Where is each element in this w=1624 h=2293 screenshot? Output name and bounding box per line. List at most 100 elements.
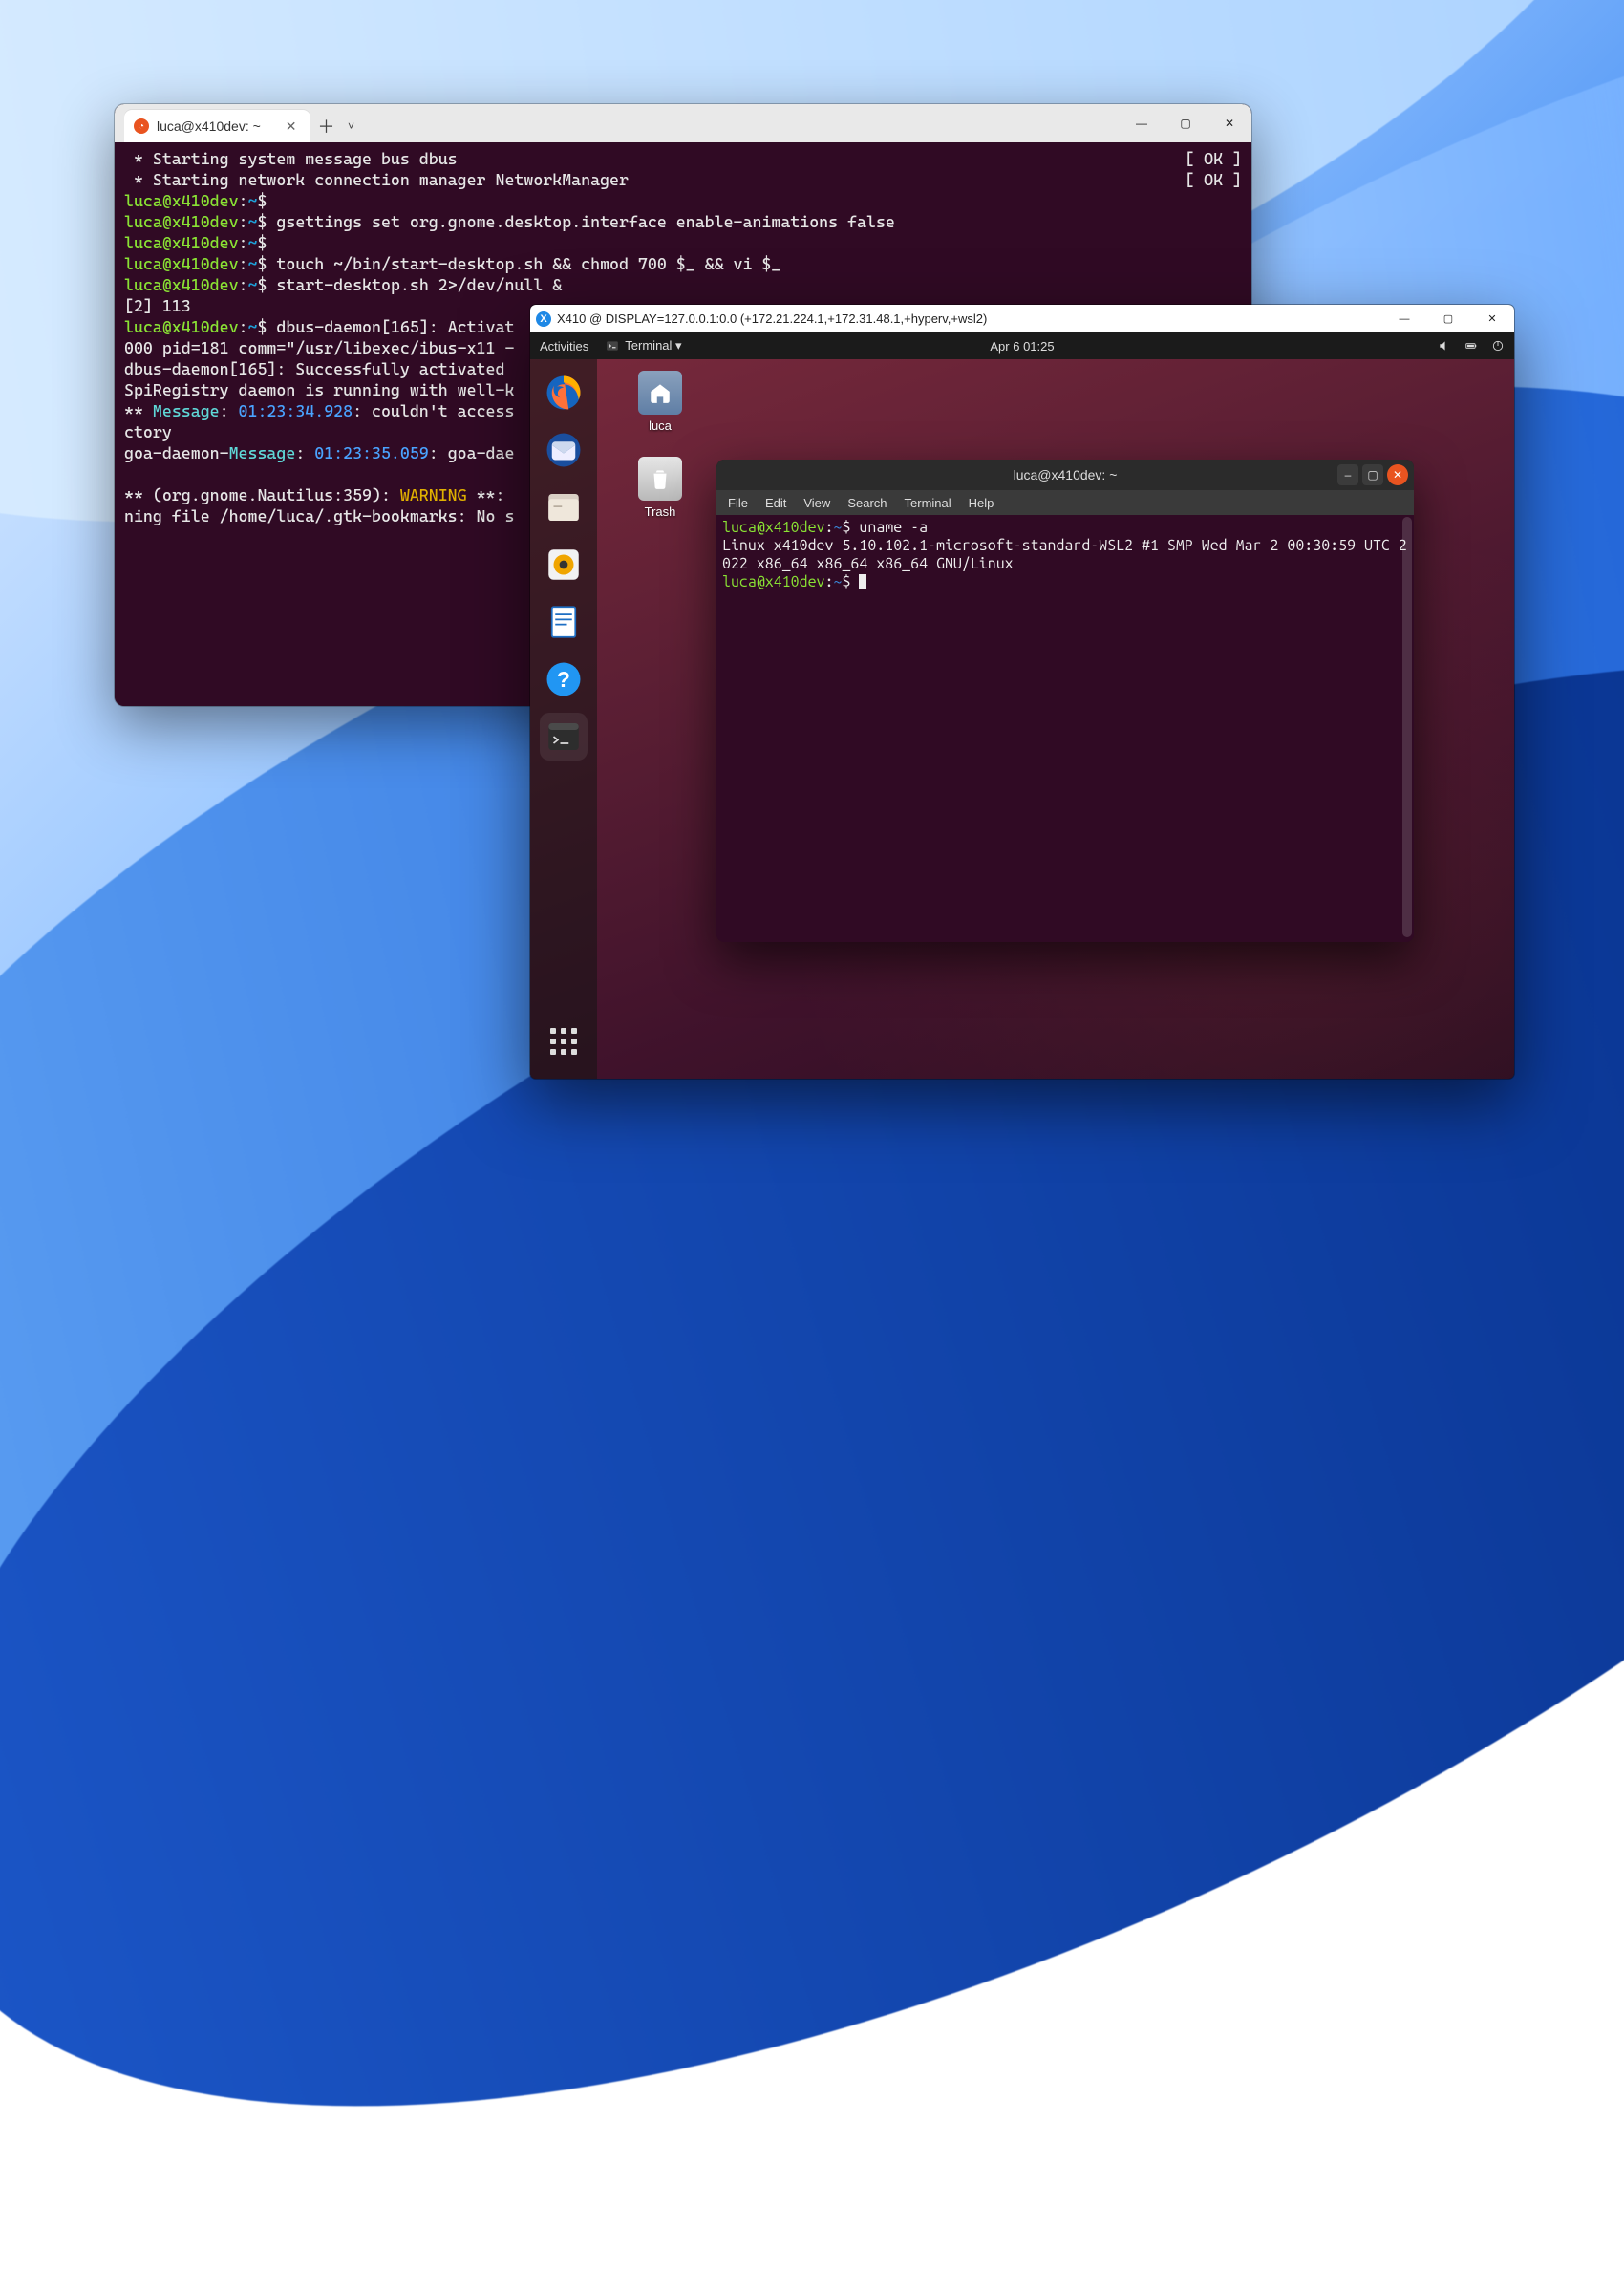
minimize-button[interactable]: — (1382, 305, 1426, 332)
log-line: goa-daemon- (124, 443, 229, 462)
menu-view[interactable]: View (803, 496, 830, 510)
x410-titlebar[interactable]: X X410 @ DISPLAY=127.0.0.1:0.0 (+172.21.… (530, 305, 1514, 332)
log-line: * Starting system message bus dbus (124, 149, 458, 168)
prompt-dollar: $ (257, 233, 267, 252)
close-button[interactable]: ✕ (1387, 464, 1408, 485)
desktop-icon-trash[interactable]: Trash (626, 457, 694, 519)
trash-icon (648, 466, 673, 491)
prompt-user: luca@x410dev (124, 317, 239, 336)
prompt-user: luca@x410dev (124, 233, 239, 252)
menu-edit[interactable]: Edit (765, 496, 786, 510)
prompt-user: luca@x410dev (124, 254, 239, 273)
prompt-dollar: $ (257, 191, 267, 210)
status-ok: [ OK ] (1185, 169, 1242, 190)
close-button[interactable]: ✕ (1207, 104, 1251, 142)
prompt-user: luca@x410dev (124, 212, 239, 231)
tab-title: luca@x410dev: ~ (157, 118, 261, 134)
maximize-button[interactable]: ▢ (1426, 305, 1470, 332)
log-label: Message (153, 401, 220, 420)
files-icon (544, 487, 584, 527)
prompt-user: luca@x410dev (124, 275, 239, 294)
gnome-dock[interactable]: ? (530, 359, 597, 1079)
prompt-path: ~ (248, 212, 258, 231)
prompt-dollar: $ (842, 519, 850, 536)
windows-terminal-titlebar[interactable]: ◔ luca@x410dev: ~ ✕ ＋ ˅ — ▢ ✕ (115, 104, 1251, 142)
prompt-dollar: $ (257, 317, 267, 336)
activities-button[interactable]: Activities (540, 339, 588, 354)
log-line: **: (467, 485, 505, 504)
show-applications-button[interactable] (540, 1018, 588, 1065)
prompt-path: ~ (248, 317, 258, 336)
menu-file[interactable]: File (728, 496, 748, 510)
timestamp: 01:23:35.059 (314, 443, 429, 462)
terminal-icon (544, 717, 584, 757)
command-output: Linux x410dev 5.10.102.1-microsoft-stand… (722, 537, 1407, 572)
timestamp: 01:23:34.928 (239, 401, 353, 420)
ubuntu-icon: ◔ (134, 118, 149, 134)
gnome-terminal-window[interactable]: luca@x410dev: ~ – ▢ ✕ File Edit View Sea… (716, 460, 1414, 942)
tab-dropdown-button[interactable]: ˅ (343, 110, 360, 142)
dock-help[interactable]: ? (540, 655, 588, 703)
gnome-terminal-output[interactable]: luca@x410dev:~$ uname -a Linux x410dev 5… (716, 515, 1414, 942)
dock-writer[interactable] (540, 598, 588, 646)
libreoffice-writer-icon (544, 602, 584, 642)
gnome-desktop[interactable]: Activities Terminal ▾ Apr 6 01:25 (530, 332, 1514, 1079)
menu-help[interactable]: Help (969, 496, 994, 510)
cursor (859, 574, 866, 589)
svg-text:?: ? (557, 667, 570, 692)
log-line: 000 pid=181 comm="/usr/libexec/ibus-x11 … (124, 338, 514, 357)
log-line: : goa-dae (429, 443, 515, 462)
new-tab-button[interactable]: ＋ (310, 110, 343, 142)
firefox-icon (544, 373, 584, 413)
prompt-dollar: $ (842, 573, 850, 590)
tab-close-icon[interactable]: ✕ (286, 118, 297, 135)
dock-terminal[interactable] (540, 713, 588, 761)
maximize-button[interactable]: ▢ (1164, 104, 1207, 142)
prompt-user: luca@x410dev (722, 519, 825, 536)
dock-firefox[interactable] (540, 369, 588, 417)
dock-files[interactable] (540, 483, 588, 531)
prompt-path: ~ (248, 254, 258, 273)
minimize-button[interactable]: — (1120, 104, 1164, 142)
prompt-user: luca@x410dev (722, 573, 825, 590)
desktop-icon-label: Trash (626, 504, 694, 519)
log-line: SpiRegistry daemon is running with well-… (124, 380, 514, 399)
dock-rhythmbox[interactable] (540, 541, 588, 589)
scrollbar[interactable] (1402, 517, 1412, 937)
power-icon[interactable] (1491, 339, 1505, 353)
app-menu-label: Terminal ▾ (625, 338, 681, 354)
log-line: [2] 113 (124, 296, 191, 315)
x410-title: X410 @ DISPLAY=127.0.0.1:0.0 (+172.21.22… (557, 311, 987, 326)
close-button[interactable]: ✕ (1470, 305, 1514, 332)
volume-icon[interactable] (1438, 339, 1451, 353)
maximize-button[interactable]: ▢ (1362, 464, 1383, 485)
menu-terminal[interactable]: Terminal (905, 496, 951, 510)
dock-thunderbird[interactable] (540, 426, 588, 474)
minimize-button[interactable]: – (1337, 464, 1358, 485)
help-icon: ? (544, 659, 584, 699)
prompt-path: ~ (248, 233, 258, 252)
x410-window[interactable]: X X410 @ DISPLAY=127.0.0.1:0.0 (+172.21.… (530, 305, 1514, 1079)
terminal-tab[interactable]: ◔ luca@x410dev: ~ ✕ (124, 110, 310, 142)
thunderbird-icon (544, 430, 584, 470)
top-bar-app-menu[interactable]: Terminal ▾ (606, 338, 681, 354)
log-label: Message (229, 443, 296, 462)
prompt-path: ~ (248, 191, 258, 210)
gnome-terminal-titlebar[interactable]: luca@x410dev: ~ – ▢ ✕ (716, 460, 1414, 490)
window-title: luca@x410dev: ~ (1014, 467, 1118, 482)
prompt-user: luca@x410dev (124, 191, 239, 210)
menu-search[interactable]: Search (847, 496, 887, 510)
home-folder-icon (648, 380, 673, 405)
prompt-path: ~ (248, 275, 258, 294)
desktop-icon-label: luca (626, 418, 694, 433)
terminal-icon (606, 339, 619, 353)
log-line: ** (org.gnome.Nautilus:359): (124, 485, 400, 504)
command: touch ~/bin/start-desktop.sh && chmod 70… (276, 254, 780, 273)
battery-icon[interactable] (1464, 339, 1478, 353)
system-tray[interactable] (1438, 339, 1505, 353)
desktop-icon-home[interactable]: luca (626, 371, 694, 433)
command: start-desktop.sh 2>/dev/null & (276, 275, 562, 294)
prompt-dollar: $ (257, 275, 267, 294)
gnome-terminal-menubar[interactable]: File Edit View Search Terminal Help (716, 490, 1414, 515)
gnome-top-bar[interactable]: Activities Terminal ▾ Apr 6 01:25 (530, 332, 1514, 359)
